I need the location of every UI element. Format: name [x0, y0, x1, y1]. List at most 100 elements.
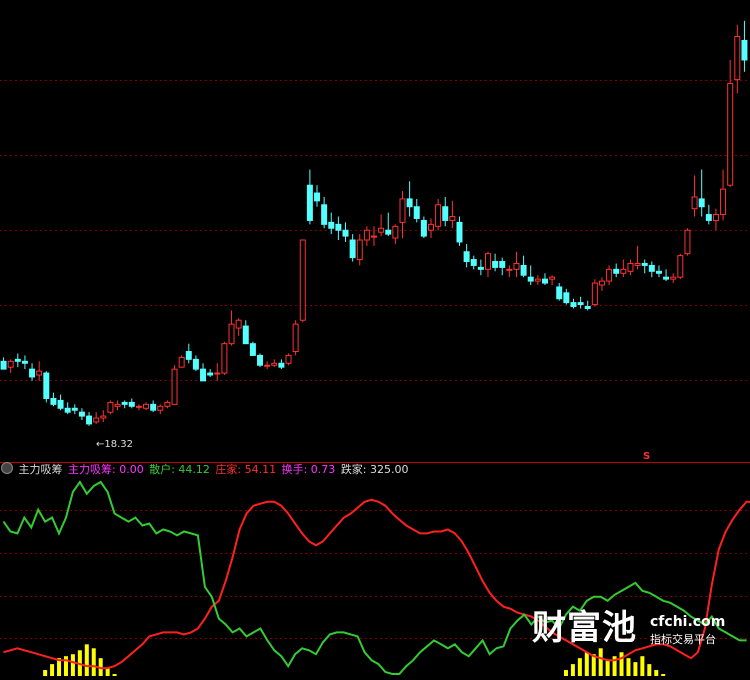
- accumulation-bar: [105, 668, 110, 676]
- candle-body: [499, 261, 506, 268]
- candle-body: [292, 323, 299, 353]
- brand-watermark: 财富池 cfchi.com 指标交易平台: [532, 608, 732, 654]
- candle-body: [712, 214, 719, 221]
- candle-body: [185, 351, 192, 360]
- candle-body: [492, 261, 499, 268]
- accumulation-bar: [619, 652, 624, 676]
- candle-body: [378, 227, 385, 233]
- accumulation-bar: [640, 656, 645, 676]
- candle-body: [64, 407, 71, 413]
- candle-body: [727, 82, 734, 186]
- candle-body: [371, 235, 377, 238]
- candle-body: [0, 360, 7, 370]
- candle-body: [228, 323, 235, 345]
- accumulation-bar: [112, 674, 117, 676]
- candle-body: [93, 417, 100, 423]
- candle-body: [470, 259, 477, 266]
- candle-body: [342, 229, 349, 237]
- candle-body: [249, 343, 256, 356]
- legend-main-value: 主力吸筹: 0.00: [68, 463, 144, 476]
- candle-body: [463, 251, 470, 263]
- candle-body: [648, 264, 655, 272]
- candle-body: [655, 270, 662, 274]
- chart-stage: ←18.32 S: [0, 20, 750, 676]
- accumulation-bar: [633, 662, 638, 676]
- candle-body: [549, 276, 556, 280]
- candle-body: [121, 401, 128, 405]
- candle-body: [257, 354, 264, 366]
- legend-turnover-value: 换手: 0.73: [281, 463, 336, 476]
- candle-body: [29, 368, 36, 378]
- candle-body: [321, 204, 328, 225]
- price-gridlines: [0, 80, 750, 381]
- candle-body: [335, 223, 342, 231]
- candle-body: [634, 262, 641, 266]
- price-candlestick-panel: [0, 20, 748, 426]
- candle-body: [242, 325, 249, 345]
- candle-body: [150, 403, 157, 411]
- candle-body: [200, 368, 207, 382]
- candle-body: [613, 268, 620, 274]
- candle-body: [484, 253, 491, 270]
- candle-body: [570, 302, 577, 308]
- candle-body: [449, 216, 456, 221]
- candle-body: [178, 356, 185, 368]
- candle-body: [86, 415, 93, 425]
- indicator-legend: 主力吸筹 主力吸筹: 0.00 散户: 44.12 庄家: 54.11 换手: …: [0, 462, 750, 478]
- gear-icon[interactable]: [1, 462, 13, 474]
- candle-body: [591, 282, 598, 306]
- candle-body: [563, 292, 570, 304]
- accumulation-bar: [626, 658, 631, 676]
- accumulation-bar: [584, 652, 589, 676]
- watermark-brand-cn: 财富池: [532, 608, 637, 648]
- candle-body: [128, 401, 135, 407]
- candle-body: [584, 306, 591, 309]
- candle-body: [164, 401, 171, 407]
- candle-body: [520, 264, 527, 276]
- candle-body: [43, 372, 50, 399]
- sell-signal-marker: S: [643, 451, 650, 462]
- candle-body: [192, 358, 199, 370]
- candle-body: [534, 278, 541, 282]
- candle-body: [314, 192, 321, 202]
- accumulation-bar: [563, 670, 568, 676]
- candle-body: [435, 204, 442, 227]
- candle-body: [328, 221, 335, 229]
- candle-body: [271, 362, 278, 366]
- candle-body: [606, 268, 613, 282]
- accumulation-bar: [50, 664, 55, 676]
- candle-body: [598, 280, 605, 286]
- candle-body: [556, 286, 563, 300]
- candle-body: [114, 403, 121, 407]
- accumulation-bar: [43, 670, 48, 676]
- candle-body: [100, 415, 107, 419]
- candle-body: [577, 302, 584, 306]
- candle-body: [385, 229, 392, 235]
- candle-body: [71, 407, 78, 411]
- candle-body: [399, 198, 406, 223]
- candle-body: [734, 36, 741, 81]
- candle-body: [705, 214, 712, 221]
- candle-body: [406, 198, 413, 208]
- candle-body: [620, 268, 627, 274]
- candle-body: [78, 411, 85, 417]
- accumulation-bar: [70, 654, 75, 676]
- candle-body: [413, 206, 420, 219]
- candle-body: [264, 364, 271, 367]
- candle-body: [21, 360, 28, 364]
- candle-body: [684, 229, 691, 255]
- accumulation-bar: [570, 664, 575, 676]
- candle-body: [349, 239, 356, 259]
- candle-body: [356, 239, 363, 261]
- candle-body: [171, 368, 178, 405]
- candle-body: [157, 405, 164, 411]
- candle-body: [285, 354, 292, 364]
- candle-body: [299, 239, 306, 321]
- candle-body: [14, 358, 21, 362]
- candle-body: [677, 255, 684, 278]
- watermark-tagline: 指标交易平台: [650, 633, 716, 646]
- candle-body: [143, 403, 150, 409]
- candle-body: [7, 360, 14, 368]
- accumulation-bar: [577, 658, 582, 676]
- indicator-title[interactable]: 主力吸筹: [19, 463, 63, 476]
